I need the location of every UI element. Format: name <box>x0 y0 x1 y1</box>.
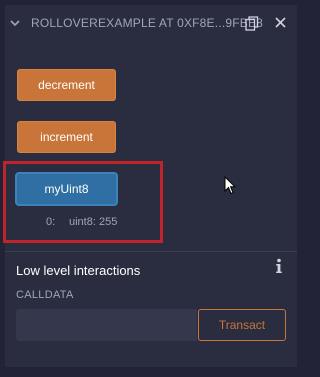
increment-button[interactable]: increment <box>17 121 116 153</box>
result-value: uint8: 255 <box>69 216 118 228</box>
copy-icon[interactable] <box>245 16 259 31</box>
contract-title: ROLLOVEREXAMPLE AT 0XF8E...9FBE8 <box>31 16 264 30</box>
calldata-input[interactable] <box>16 309 197 341</box>
deployed-contract-panel: ROLLOVEREXAMPLE AT 0XF8E...9FBE8 decreme… <box>3 5 297 367</box>
cursor-icon <box>224 176 236 195</box>
myuint8-call-button[interactable]: myUint8 <box>15 172 118 206</box>
contract-header[interactable]: ROLLOVEREXAMPLE AT 0XF8E...9FBE8 <box>5 5 297 41</box>
decrement-button[interactable]: decrement <box>17 69 116 101</box>
chevron-down-icon[interactable] <box>9 17 21 29</box>
result-index: 0: <box>46 216 56 228</box>
transact-button[interactable]: Transact <box>198 309 286 341</box>
close-icon[interactable] <box>275 17 286 28</box>
info-icon[interactable] <box>275 258 283 274</box>
low-level-title: Low level interactions <box>16 263 141 278</box>
calldata-label: CALLDATA <box>16 289 74 301</box>
section-divider <box>5 251 297 252</box>
